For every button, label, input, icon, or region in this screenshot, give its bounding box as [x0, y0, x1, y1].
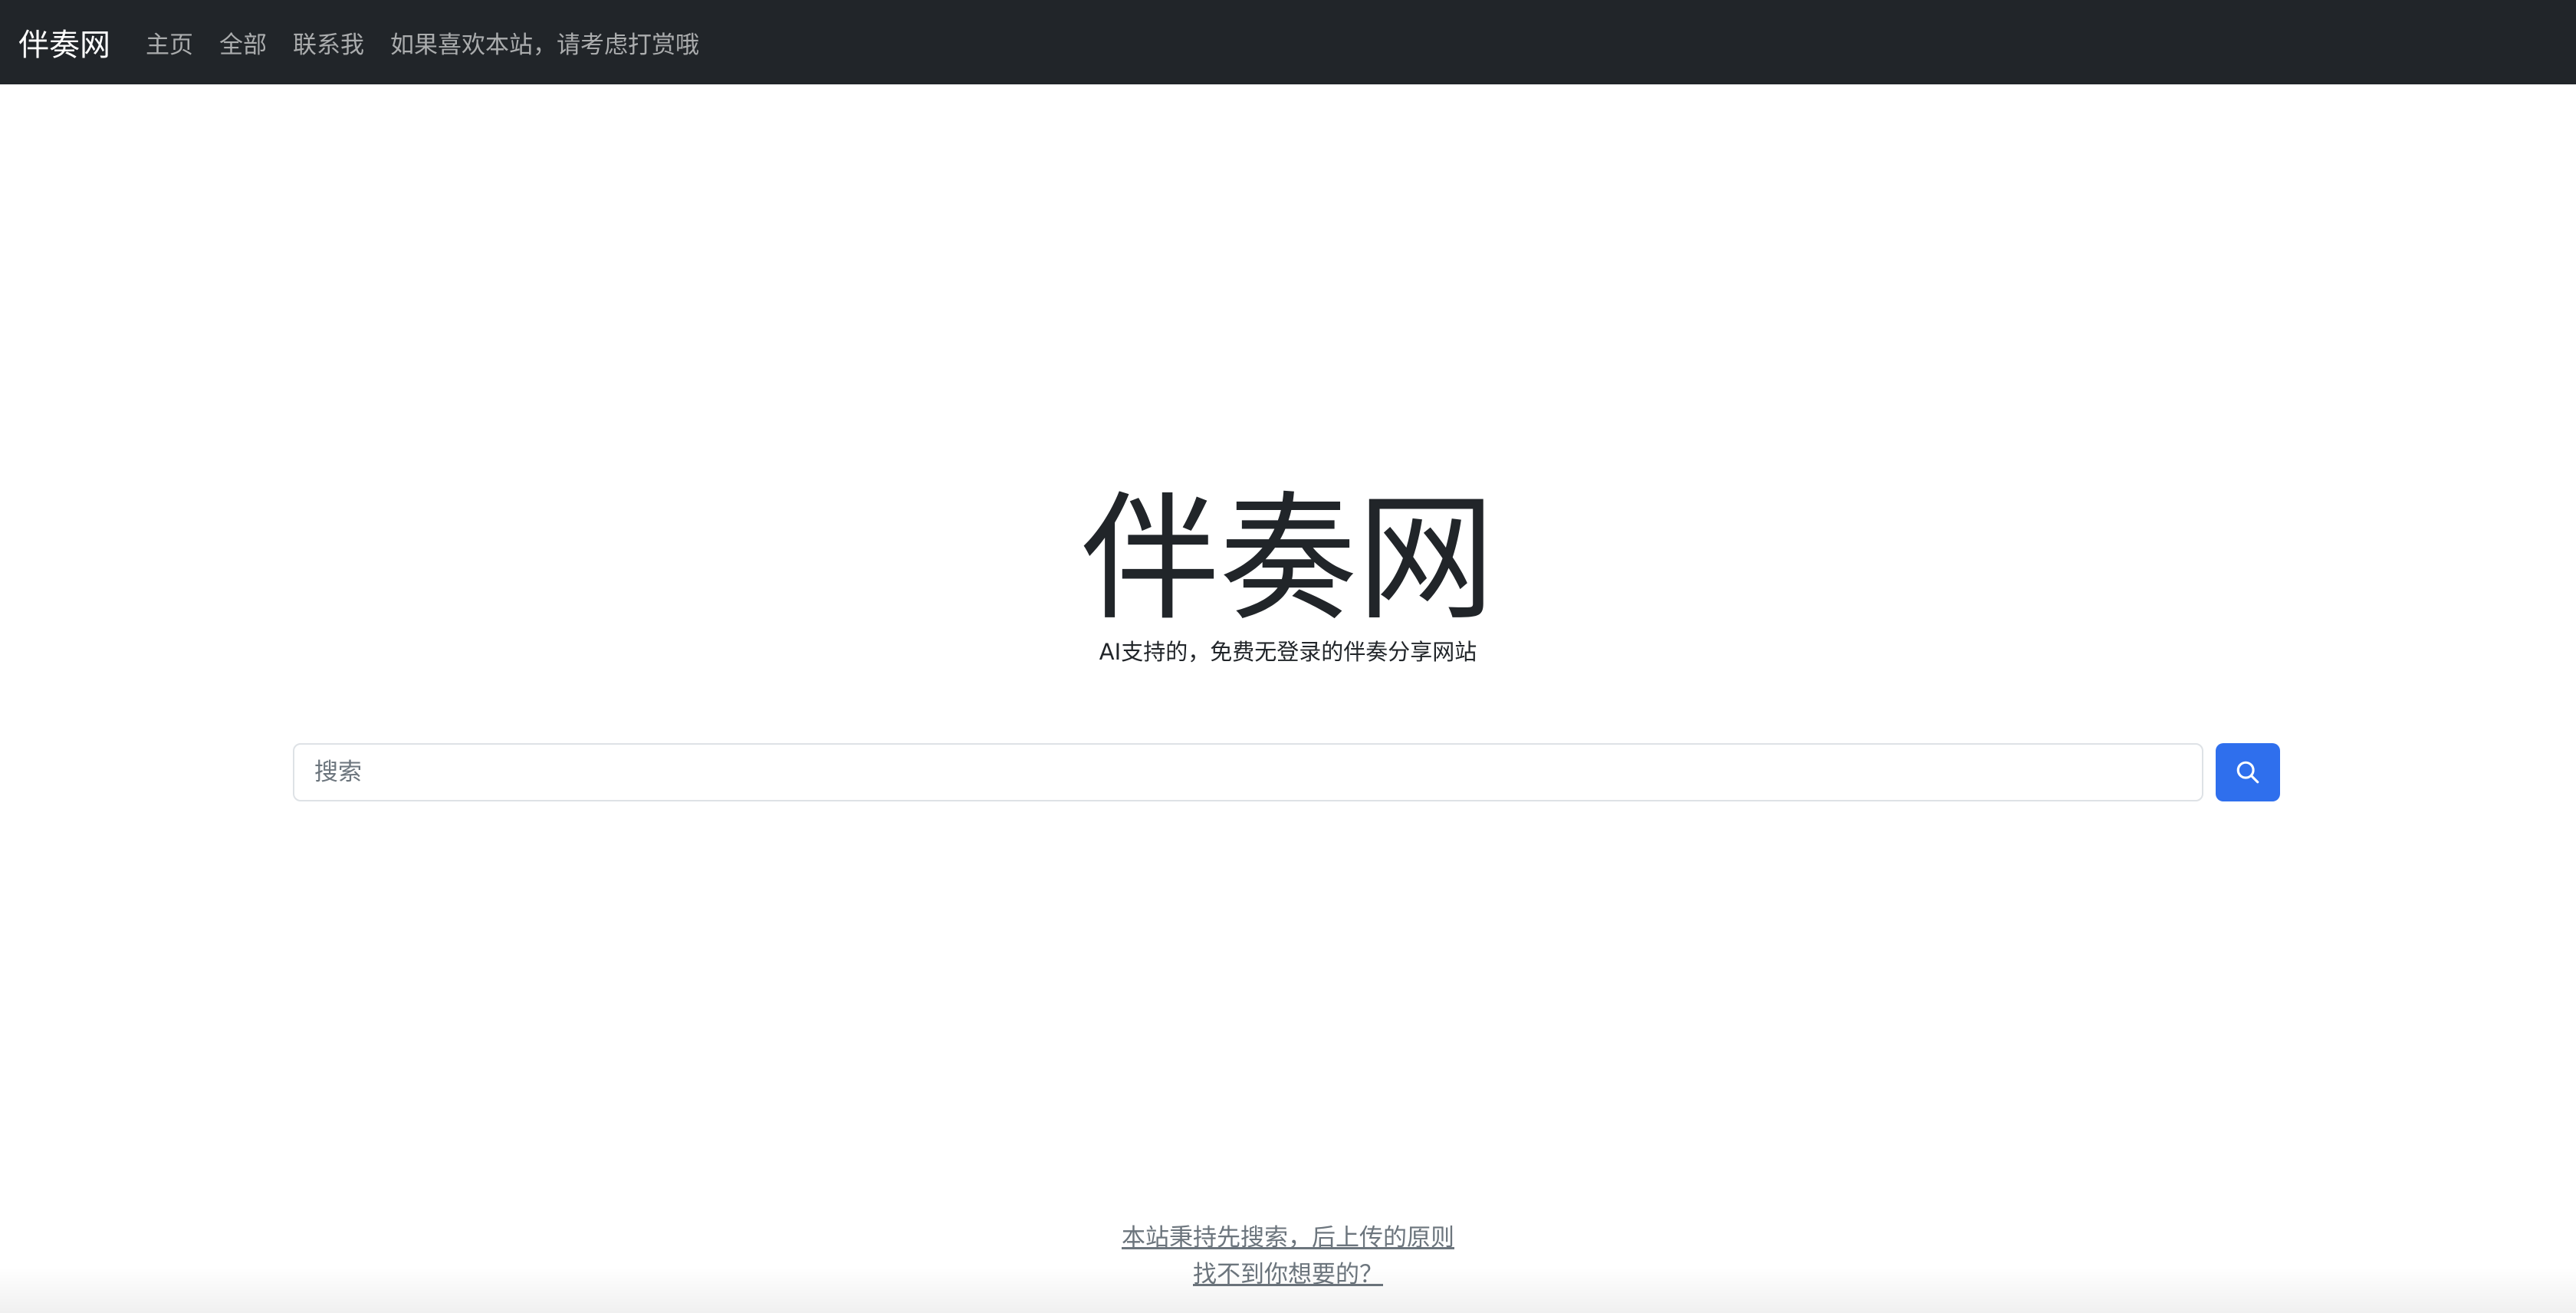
- footer-link-not-found[interactable]: 找不到你想要的？: [0, 1258, 2576, 1292]
- footer-not-found-text: 找不到你想要的？: [1193, 1261, 1383, 1288]
- navbar-brand[interactable]: 伴奏网: [18, 20, 110, 64]
- nav-link-all[interactable]: 全部: [219, 25, 267, 60]
- nav-link-home[interactable]: 主页: [146, 25, 193, 60]
- footer-link-principle[interactable]: 本站秉持先搜索，后上传的原则: [0, 1221, 2576, 1255]
- hero-subtitle: AI支持的，免费无登录的伴奏分享网站: [1099, 639, 1477, 665]
- hero-title: 伴奏网: [1080, 479, 1495, 640]
- search-icon: [2235, 759, 2261, 785]
- nav-link-donate[interactable]: 如果喜欢本站，请考虑打赏哦: [390, 25, 699, 60]
- search-button[interactable]: [2216, 743, 2280, 801]
- search-input[interactable]: [293, 743, 2203, 801]
- nav-link-contact[interactable]: 联系我: [293, 25, 364, 60]
- top-navbar: 伴奏网 主页 全部 联系我 如果喜欢本站，请考虑打赏哦: [0, 0, 2576, 84]
- footer-principle-text: 本站秉持先搜索，后上传的原则: [1122, 1224, 1454, 1252]
